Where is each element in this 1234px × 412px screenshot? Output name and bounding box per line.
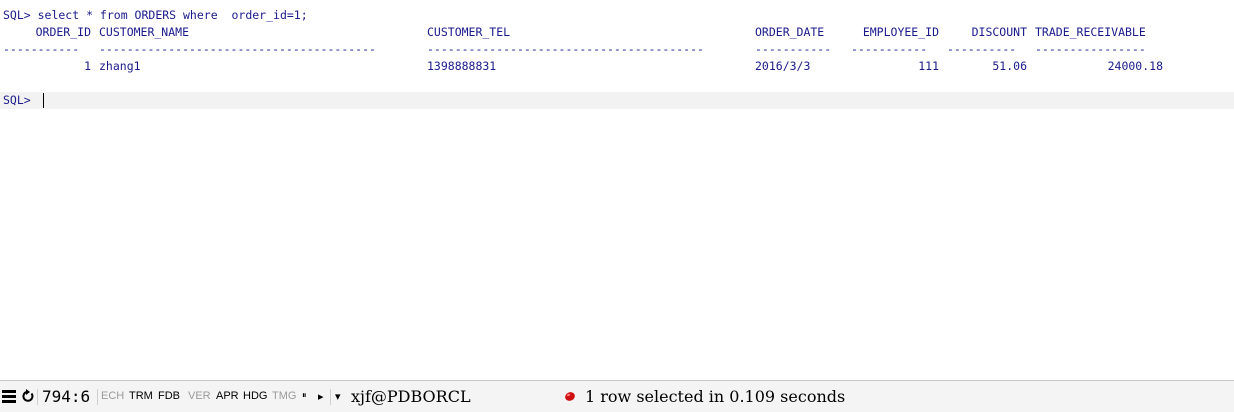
- status-divider: [37, 389, 38, 405]
- dashes-discount: ----------: [947, 42, 1017, 56]
- cell-order-id: 1: [84, 59, 91, 73]
- dashes-customer-tel: ----------------------------------------: [427, 42, 704, 56]
- sql-prompt: SQL>: [3, 93, 31, 107]
- result-separator-row: ----------- ----------------------------…: [0, 41, 1234, 58]
- cell-trade-receivable: 24000.18: [1107, 59, 1163, 73]
- dashes-order-id: -----------: [3, 42, 80, 56]
- status-bar: 794:6 ECH TRM FDB VER APR HDG TMG ⏸ ▸ ▾ …: [0, 380, 1234, 412]
- query-text: SQL> select * from ORDERS where order_id…: [3, 8, 308, 22]
- header-order-date: ORDER_DATE: [755, 25, 825, 39]
- flag-ech[interactable]: ECH: [101, 381, 124, 412]
- chevron-down-icon[interactable]: ▾: [335, 381, 341, 412]
- cell-customer-tel: 1398888831: [427, 59, 497, 73]
- play-icon[interactable]: ▸: [318, 381, 324, 412]
- refresh-icon[interactable]: [21, 381, 35, 412]
- prompt-line[interactable]: SQL>: [0, 92, 1234, 109]
- cell-order-date: 2016/3/3: [755, 59, 811, 73]
- cursor-position: 794:6: [42, 387, 91, 406]
- header-discount: DISCOUNT: [971, 25, 1027, 39]
- dashes-order-date: -----------: [755, 42, 832, 56]
- header-employee-id: EMPLOYEE_ID: [862, 25, 939, 39]
- dashes-employee-id: -----------: [851, 42, 928, 56]
- menu-lines-icon[interactable]: [2, 381, 18, 412]
- cell-employee-id: 111: [918, 59, 939, 73]
- message-alert-icon: [563, 381, 577, 412]
- pause-icon[interactable]: ⏸: [302, 381, 307, 412]
- sql-editor[interactable]: SQL> select * from ORDERS where order_id…: [0, 0, 1234, 378]
- flag-tmg[interactable]: TMG: [272, 381, 296, 412]
- dashes-customer-name: ----------------------------------------: [99, 42, 376, 56]
- header-order-id: ORDER_ID: [35, 25, 91, 39]
- flag-fdb[interactable]: FDB: [158, 381, 180, 412]
- query-line: SQL> select * from ORDERS where order_id…: [0, 7, 1234, 24]
- status-divider: [330, 389, 331, 405]
- cell-discount: 51.06: [992, 59, 1027, 73]
- status-divider: [97, 389, 98, 405]
- flag-trm[interactable]: TRM: [129, 381, 153, 412]
- flag-apr[interactable]: APR: [216, 381, 239, 412]
- flag-ver[interactable]: VER: [188, 381, 211, 412]
- flag-hdg[interactable]: HDG: [243, 381, 267, 412]
- status-message: 1 row selected in 0.109 seconds: [585, 387, 846, 406]
- cell-customer-name: zhang1: [99, 59, 141, 73]
- connection-name[interactable]: xjf@PDBORCL: [351, 381, 471, 412]
- result-data-row: 1 zhang1 1398888831 2016/3/3 111 51.06 2…: [0, 58, 1234, 75]
- dashes-trade-receivable: ----------------: [1035, 42, 1146, 56]
- header-trade-receivable: TRADE_RECEIVABLE: [1035, 25, 1146, 39]
- header-customer-tel: CUSTOMER_TEL: [427, 25, 511, 39]
- result-header-row: ORDER_ID CUSTOMER_NAME CUSTOMER_TEL ORDE…: [0, 24, 1234, 41]
- header-customer-name: CUSTOMER_NAME: [99, 25, 190, 39]
- text-caret: [43, 93, 44, 108]
